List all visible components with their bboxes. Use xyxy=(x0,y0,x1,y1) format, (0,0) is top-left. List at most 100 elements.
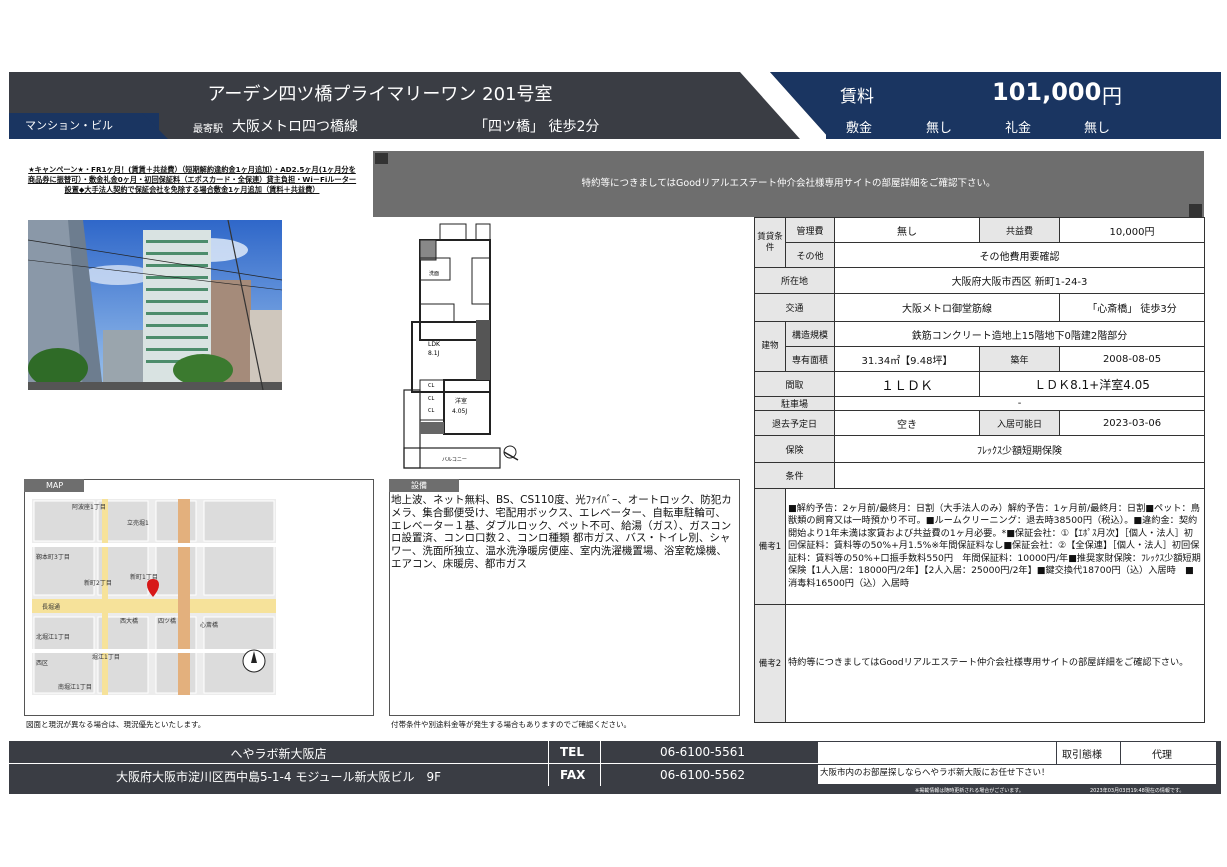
remarks1-label: 備考1 xyxy=(754,488,786,605)
parking-label: 駐車場 xyxy=(754,396,835,411)
building-photo xyxy=(28,220,282,390)
key-money-value: 無し xyxy=(1084,121,1111,136)
transit-walk: 「心斎橋」 徒歩3分 xyxy=(1059,293,1205,322)
movein-label: 入居可能日 xyxy=(979,410,1060,436)
parking-value: - xyxy=(834,396,1205,411)
layout-value: １ＬＤＫ xyxy=(834,371,980,397)
footer-divider xyxy=(9,763,818,764)
svg-text:CL: CL xyxy=(428,383,434,389)
footer-disclaimer: ※掲載情報は随時更新される場合がございます。 xyxy=(915,788,1024,794)
property-title: アーデン四ツ橋プライマリーワン 201号室 xyxy=(207,84,553,105)
mgmt-value: 無し xyxy=(834,217,980,243)
svg-text:CL: CL xyxy=(428,396,434,402)
movein-value: 2023-03-06 xyxy=(1059,410,1205,436)
conditions-value xyxy=(834,462,1205,489)
tel-number: 06-6100-5561 xyxy=(660,745,746,759)
remarks1-value: ■解約予告：2ヶ月前/最終月：日割（大手法人のみ）解約予告：1ヶ月前/最終月：日… xyxy=(785,488,1205,605)
svg-text:新町2丁目: 新町2丁目 xyxy=(84,579,112,587)
structure-value: 鉄筋コンクリート造地上15階地下0階建2階部分 xyxy=(834,321,1205,347)
svg-text:洋室: 洋室 xyxy=(455,397,467,405)
deal-label: 取引態様 xyxy=(1062,750,1102,761)
campaign-text: ★キャンペーン★・FR1ヶ月！(賃賃＋共益費）（短期解約違約金1ヶ月追加）・AD… xyxy=(27,165,357,194)
area-label: 専有面積 xyxy=(785,346,835,372)
svg-text:立売堀1: 立売堀1 xyxy=(127,519,149,527)
map-tag: MAP xyxy=(24,479,84,492)
mgmt-label: 管理費 xyxy=(785,217,835,243)
common-value: 10,000円 xyxy=(1059,217,1205,243)
station-walk: 「四ツ橋」 徒歩2分 xyxy=(474,119,600,135)
svg-text:4.05J: 4.05J xyxy=(452,408,467,415)
transit-line: 大阪メトロ御堂筋線 xyxy=(834,293,1060,322)
header-divider xyxy=(740,72,830,139)
svg-text:洗面: 洗面 xyxy=(429,270,439,277)
footer-divider xyxy=(1056,742,1057,764)
svg-text:CL: CL xyxy=(428,408,434,414)
key-money-label: 礼金 xyxy=(1005,121,1032,136)
footer-message: 大阪市内のお部屋探しならへやラボ新大阪にお任せ下さい！ xyxy=(820,768,1050,778)
footer-divider xyxy=(548,741,549,786)
svg-text:LDK: LDK xyxy=(428,341,441,348)
svg-text:心斎橋: 心斎橋 xyxy=(200,621,218,629)
svg-text:靱本町3丁目: 靱本町3丁目 xyxy=(36,553,70,561)
moveout-label: 退去予定日 xyxy=(754,410,835,436)
company-name: へやラボ新大阪店 xyxy=(230,747,327,761)
floor-plan: 洗面 LDK 8.1J 洋室 4.05J CL CL CL バルコニー xyxy=(403,223,519,469)
location-map: 阿波座1丁目 立売堀1 新町2丁目 新町1丁目 西大橋 長堀通 四ツ橋 心斎橋 … xyxy=(32,499,276,695)
layout-label: 間取 xyxy=(754,371,835,397)
layout-detail: ＬＤＫ8.1+洋室4.05 xyxy=(979,371,1205,397)
fax-number: 06-6100-5562 xyxy=(660,768,746,782)
type-badge-tail xyxy=(130,113,168,139)
svg-text:阿波座1丁目: 阿波座1丁目 xyxy=(72,503,106,511)
moveout-value: 空き xyxy=(834,410,980,436)
facilities-text: 地上波、ネット無料、BS、CS110度、光ﾌｧｲﾊﾞｰ、オートロック、防犯カメラ… xyxy=(391,494,732,570)
age-label: 築年 xyxy=(979,346,1060,372)
banner-corner-mark xyxy=(375,153,388,164)
facilities-tag: 設備 xyxy=(389,479,459,492)
insurance-value: ﾌﾚｯｸｽ少額短期保険 xyxy=(834,435,1205,463)
transit-label: 交通 xyxy=(754,293,835,322)
other-label: その他 xyxy=(785,242,835,268)
rent-unit: 円 xyxy=(1102,84,1122,108)
footer-divider xyxy=(600,741,601,786)
footer-timestamp: 2023年03月03日19:48現在の情報です。 xyxy=(1090,788,1185,794)
svg-text:南堀江1丁目: 南堀江1丁目 xyxy=(58,683,92,691)
insurance-label: 保険 xyxy=(754,435,835,463)
tel-label: TEL xyxy=(560,745,585,759)
age-value: 2008-08-05 xyxy=(1059,346,1205,372)
footer-divider xyxy=(1120,742,1121,764)
area-value: 31.34㎡【9.48坪】 xyxy=(834,346,980,372)
notice-banner: 特約等につきましてはGoodリアルエステート仲介会社様専用サイトの部屋詳細をご確… xyxy=(373,151,1204,217)
svg-text:長堀通: 長堀通 xyxy=(42,603,60,611)
north-compass-icon xyxy=(503,445,519,461)
building-group-label: 建物 xyxy=(754,321,786,372)
cond-group-label: 賃貸条件 xyxy=(754,217,786,268)
svg-text:8.1J: 8.1J xyxy=(428,350,440,357)
map-note: 図面と現況が異なる場合は、現況優先といたします。 xyxy=(26,720,206,729)
svg-text:バルコニー: バルコニー xyxy=(442,457,467,463)
rent-value: 101,000 xyxy=(992,78,1102,106)
rent-label: 賃料 xyxy=(840,87,874,107)
fax-label: FAX xyxy=(560,768,586,782)
conditions-label: 条件 xyxy=(754,462,835,489)
other-value: その他費用要確認 xyxy=(834,242,1205,268)
banner-corner-mark xyxy=(1189,204,1202,217)
compass-icon xyxy=(242,649,266,673)
deposit-label: 敷金 xyxy=(846,121,873,136)
deposit-value: 無し xyxy=(926,121,953,136)
remarks2-value: 特約等につきましてはGoodリアルエステート仲介会社様専用サイトの部屋詳細をご確… xyxy=(785,604,1205,723)
station-label: 最寄駅 xyxy=(193,124,223,135)
company-address: 大阪府大阪市淀川区西中島5-1-4 モジュール新大阪ビル 9F xyxy=(115,770,442,784)
property-spec-table: 賃貸条件 管理費 無し 共益費 10,000円 その他 その他費用要確認 所在地… xyxy=(754,217,1205,723)
station-name: 大阪メトロ四つ橋線 xyxy=(232,119,358,135)
structure-label: 構造規模 xyxy=(785,321,835,347)
svg-text:西大橋: 西大橋 xyxy=(120,617,138,625)
address-label: 所在地 xyxy=(754,267,835,294)
svg-text:四ツ橋: 四ツ橋 xyxy=(158,617,176,625)
deal-value: 代理 xyxy=(1152,750,1172,761)
svg-text:堀江1丁目: 堀江1丁目 xyxy=(92,653,120,661)
svg-text:西区: 西区 xyxy=(36,660,48,667)
facilities-note: 付帯条件や別途料金等が発生する場合もありますのでご確認ください。 xyxy=(391,720,631,729)
remarks2-label: 備考2 xyxy=(754,604,786,723)
common-label: 共益費 xyxy=(979,217,1060,243)
address-value: 大阪府大阪市西区 新町1-24-3 xyxy=(834,267,1205,294)
